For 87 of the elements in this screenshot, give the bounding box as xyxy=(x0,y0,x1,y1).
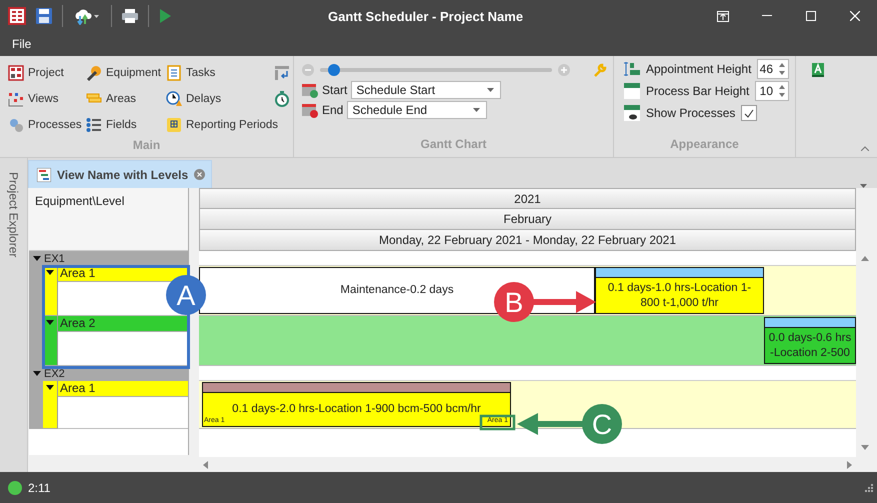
views-icon xyxy=(8,91,24,107)
field-label: Start xyxy=(322,83,348,97)
caret-icon[interactable] xyxy=(46,320,54,325)
ribbon-button[interactable]: Tasks xyxy=(166,60,274,86)
caret-icon xyxy=(487,88,494,92)
callout-badge: B xyxy=(494,282,534,322)
caret-icon xyxy=(473,108,480,112)
checkbox[interactable] xyxy=(741,105,758,121)
calendar-grid-icon xyxy=(166,117,182,133)
row-height-icon xyxy=(624,61,640,77)
caret-icon[interactable] xyxy=(46,385,54,390)
letter-a-icon xyxy=(812,63,824,77)
dropdown-field[interactable]: Schedule End xyxy=(347,101,488,119)
group-label: Gantt Chart xyxy=(420,137,488,153)
gears-icon xyxy=(8,117,24,133)
task-bar[interactable]: 0.1 days-1.0 hrs-Location 1-800 t-1,000 t/hr xyxy=(595,277,764,314)
field-label: Process Bar Height xyxy=(646,84,750,98)
gantt-icon xyxy=(37,168,51,182)
panel-icon xyxy=(717,10,729,22)
caret-icon[interactable] xyxy=(33,371,41,376)
equipment-label: EX2 xyxy=(44,368,65,380)
bar-label: 0.1 days-1.0 hrs-Location 1-800 t-1,000 t/hr xyxy=(606,280,752,310)
callout-badge: A xyxy=(166,275,206,315)
callout-badge: C xyxy=(582,404,622,444)
cloud-sync-icon[interactable] xyxy=(73,7,101,25)
bar-label: 0.1 days-2.0 hrs-Location 1-900 bcm-500 bcm/hr xyxy=(232,402,481,417)
group-label: Appearance xyxy=(669,137,740,153)
status-text: 2:11 xyxy=(28,480,50,494)
reorder-icon xyxy=(274,65,290,81)
minimize-icon xyxy=(762,15,772,17)
list-icon xyxy=(86,117,102,133)
scroll-right-icon[interactable] xyxy=(847,460,852,468)
timer-icon xyxy=(274,91,290,107)
grid-logo-icon[interactable] xyxy=(8,7,26,25)
check-icon xyxy=(744,108,754,118)
ribbon-button[interactable]: Fields xyxy=(86,112,166,138)
area-label: Area 1 xyxy=(58,381,188,397)
equipment-row[interactable]: EX1 xyxy=(29,251,188,266)
calendar-icon xyxy=(302,82,318,98)
checklist-icon xyxy=(166,65,182,81)
field-label: Show Processes xyxy=(646,106,736,120)
status-dot-icon xyxy=(8,480,22,494)
scroll-up-icon[interactable] xyxy=(861,256,869,261)
number-spinner[interactable]: 10 xyxy=(755,81,789,101)
field-label: End xyxy=(322,103,344,117)
close-icon[interactable] xyxy=(194,169,206,180)
resize-grip-icon xyxy=(865,484,873,492)
column-header: Equipment\Level xyxy=(29,188,188,251)
highlight-frame xyxy=(480,414,516,430)
tab[interactable]: View Name with Levels xyxy=(28,160,212,188)
group-label: Main xyxy=(132,138,162,154)
wrench-gear-icon xyxy=(86,65,102,81)
close-icon xyxy=(850,11,860,21)
spin-arrows-icon xyxy=(779,63,785,75)
ribbon-button[interactable]: Areas xyxy=(86,86,166,112)
timescale-header: February xyxy=(199,209,856,230)
ribbon-button[interactable]: Processes xyxy=(8,112,86,138)
bar-label: Maintenance-0.2 days xyxy=(340,283,454,298)
scroll-left-icon[interactable] xyxy=(203,460,208,468)
timescale-header: 2021 xyxy=(199,188,856,209)
ribbon-button[interactable]: Equipment xyxy=(86,60,166,86)
number-spinner[interactable]: 46 xyxy=(757,59,789,79)
menu-item[interactable]: File xyxy=(4,35,40,53)
maximize-icon xyxy=(806,11,816,21)
timescale-header: Monday, 22 February 2021 - Monday, 22 February 2021 xyxy=(199,230,856,251)
caret-icon[interactable] xyxy=(33,256,41,261)
field-label: Appointment Height xyxy=(646,62,752,76)
ribbon-button[interactable]: Views xyxy=(8,86,86,112)
collapse-icon[interactable] xyxy=(861,146,869,151)
ribbon-button[interactable]: Delays xyxy=(166,86,274,112)
print-icon[interactable] xyxy=(122,8,138,24)
ribbon-button[interactable]: Project xyxy=(8,60,86,86)
slider-thumb[interactable] xyxy=(328,64,340,76)
save-icon[interactable] xyxy=(36,8,52,24)
bar-height-icon xyxy=(624,83,640,99)
area-label: Area 2 xyxy=(58,316,188,332)
play-icon[interactable] xyxy=(159,9,171,23)
spin-arrows-icon xyxy=(779,85,785,97)
scroll-down-icon[interactable] xyxy=(861,445,869,450)
grid-icon xyxy=(8,65,24,81)
eye-panel-icon xyxy=(624,105,640,121)
calendar-icon xyxy=(302,102,318,118)
equipment-label: EX1 xyxy=(44,252,65,264)
window-title: Gantt Scheduler - Project Name xyxy=(328,8,524,24)
dropdown-field[interactable]: Schedule Start xyxy=(351,81,502,99)
clock-warning-icon xyxy=(166,91,182,107)
caret-icon[interactable] xyxy=(46,270,54,275)
